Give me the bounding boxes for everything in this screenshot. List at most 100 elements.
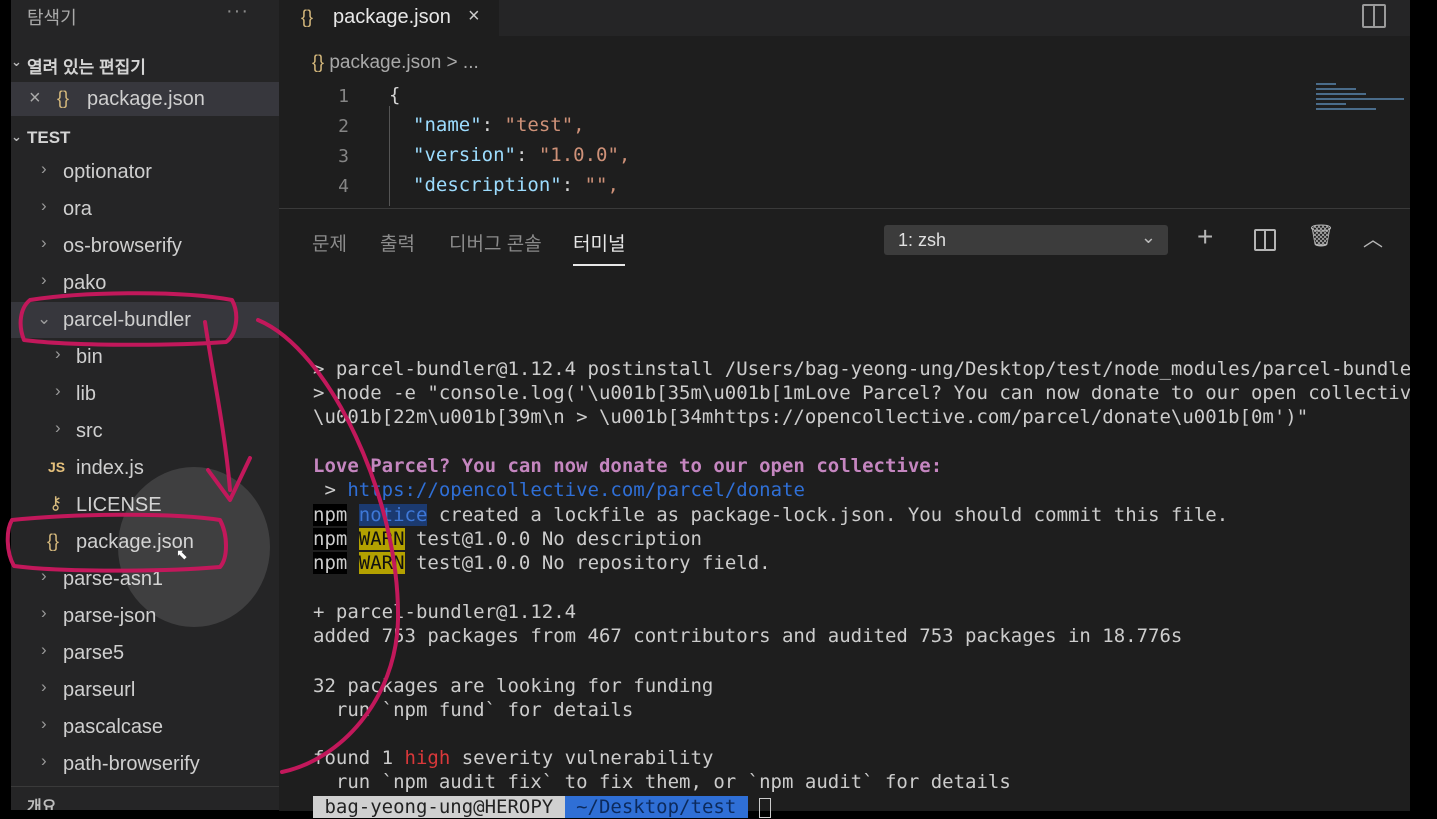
notice-badge: notice [358, 504, 428, 526]
outline-section[interactable]: 개요 [11, 786, 279, 810]
breadcrumb[interactable]: {} package.json > ... [312, 52, 479, 74]
tab-label: package.json [333, 6, 451, 28]
chevron-right-icon: › [41, 233, 47, 252]
prompt-user: bag-yeong-ung@HEROPY [313, 796, 565, 818]
tab-close-icon[interactable]: × [468, 5, 480, 28]
tree-item-label: bin [76, 346, 103, 368]
json-value: "test", [504, 114, 585, 136]
breadcrumb-path: package.json > ... [329, 52, 479, 73]
folder-label: TEST [27, 128, 71, 147]
line-number: 2 [338, 116, 349, 137]
terminal-line-notice: npm notice created a lockfile as package… [313, 504, 1229, 526]
close-icon[interactable]: × [29, 87, 41, 110]
terminal-line: > node -e "console.log('\u001b[35m\u001b… [313, 382, 1435, 404]
chevron-down-icon: ⌄ [11, 54, 22, 69]
chevron-right-icon: › [41, 566, 47, 585]
mouse-cursor-icon: ⬉ [176, 546, 188, 562]
tree-item-ora[interactable]: › ora [11, 191, 279, 227]
chevron-right-icon: › [55, 381, 61, 400]
chevron-right-icon: › [55, 418, 61, 437]
editor-area: {} package.json × {} package.json > ... … [279, 0, 1410, 208]
split-editor-icon[interactable] [1362, 4, 1386, 28]
code-line-1[interactable]: { [389, 84, 400, 106]
terminal-line: + parcel-bundler@1.12.4 [313, 601, 577, 623]
chevron-right-icon: › [41, 270, 47, 289]
folder-section-test[interactable]: ⌄ TEST [11, 125, 279, 153]
severity-high: high [404, 747, 451, 769]
tab-output[interactable]: 출력 [380, 229, 415, 256]
explorer-header: 탐색기 ··· [11, 0, 279, 30]
tree-item-index-js[interactable]: JS index.js [11, 450, 279, 486]
code-line-4[interactable]: "description": "", [413, 174, 619, 196]
more-actions-icon[interactable]: ··· [226, 0, 249, 23]
terminal-line-warn: npm WARN test@1.0.0 No repository field. [313, 552, 771, 574]
js-file-icon: JS [48, 459, 66, 475]
tree-item-parseurl[interactable]: › parseurl [11, 672, 279, 708]
outline-label: 개요 [27, 799, 57, 810]
tab-debug-console[interactable]: 디버그 콘솔 [449, 229, 542, 256]
json-value: "1.0.0", [538, 144, 631, 166]
terminal-prompt[interactable]: bag-yeong-ung@HEROPY ~/Desktop/test [313, 795, 772, 819]
tree-item-label: parseurl [63, 679, 136, 701]
json-file-icon: {} [301, 7, 314, 27]
minimap[interactable] [1316, 80, 1406, 128]
tree-item-parse5[interactable]: › parse5 [11, 635, 279, 671]
line-number: 3 [338, 146, 349, 167]
terminal-line: run `npm fund` for details [313, 699, 634, 721]
trash-icon[interactable]: 🗑 [1307, 223, 1335, 249]
tree-item-label: os-browserify [63, 235, 182, 257]
tree-item-src[interactable]: › src [11, 413, 279, 449]
line-number: 1 [338, 86, 349, 107]
chevron-down-icon: ⌄ [37, 309, 52, 328]
code-line-2[interactable]: "name": "test", [413, 114, 585, 136]
terminal-line-love-parcel: Love Parcel? You can now donate to our o… [313, 455, 943, 477]
terminal-link[interactable]: https://opencollective.com/parcel/donate [347, 479, 805, 501]
json-file-icon: {} [312, 52, 325, 72]
explorer-title: 탐색기 [27, 8, 77, 28]
tree-item-pako[interactable]: › pako [11, 265, 279, 301]
terminal-line: > parcel-bundler@1.12.4 postinstall /Use… [313, 358, 1423, 380]
explorer-sidebar: 탐색기 ··· ⌄ 열려 있는 편집기 × {} package.json ⌄ … [11, 0, 279, 810]
code-line-3[interactable]: "version": "1.0.0", [413, 144, 630, 166]
tree-item-lib[interactable]: › lib [11, 376, 279, 412]
chevron-right-icon: › [41, 159, 47, 178]
window-edge [1410, 0, 1437, 810]
terminal-cursor [759, 797, 772, 818]
license-file-icon: ⚷ [49, 493, 63, 513]
open-editor-item-package-json[interactable]: × {} package.json [11, 82, 279, 116]
tree-item-path-browserify[interactable]: › path-browserify [11, 746, 279, 782]
tree-item-pascalcase[interactable]: › pascalcase [11, 709, 279, 745]
maximize-panel-icon[interactable]: ︿ [1363, 223, 1383, 252]
open-editors-section[interactable]: ⌄ 열려 있는 편집기 [11, 50, 279, 78]
tree-item-label: lib [76, 383, 97, 405]
json-key: "description" [413, 174, 562, 196]
terminal-line: \u001b[22m\u001b[39m\n > \u001b[34mhttps… [313, 406, 1309, 428]
chevron-down-icon: ⌄ [11, 129, 22, 144]
chevron-right-icon: › [41, 196, 47, 215]
json-key: "version" [413, 144, 516, 166]
warn-badge: WARN [358, 528, 405, 550]
tab-terminal[interactable]: 터미널 [573, 229, 626, 266]
tab-problems[interactable]: 문제 [312, 229, 347, 256]
split-terminal-icon[interactable] [1254, 229, 1276, 251]
tree-item-bin[interactable]: › bin [11, 339, 279, 375]
chevron-right-icon: › [41, 640, 47, 659]
prompt-dir: ~/Desktop/test [564, 796, 748, 818]
json-file-icon: {} [57, 88, 70, 108]
terminal-select[interactable]: 1: zsh ⌄ [884, 225, 1168, 255]
json-file-icon: {} [47, 531, 60, 551]
tab-package-json[interactable]: {} package.json × [279, 0, 499, 36]
tree-item-os-browserify[interactable]: › os-browserify [11, 228, 279, 264]
terminal-line: added 753 packages from 467 contributors… [313, 625, 1183, 647]
chevron-down-icon: ⌄ [1140, 227, 1156, 247]
chevron-right-icon: › [41, 603, 47, 622]
new-terminal-icon[interactable]: + [1197, 221, 1213, 253]
terminal-line-warn: npm WARN test@1.0.0 No description [313, 528, 702, 550]
tree-item-optionator[interactable]: › optionator [11, 154, 279, 190]
warn-badge: WARN [358, 552, 405, 574]
terminal-line: run `npm audit fix` to fix them, or `npm… [313, 771, 1011, 793]
tree-item-parcel-bundler[interactable]: ⌄ parcel-bundler [11, 302, 279, 338]
terminal-line: 32 packages are looking for funding [313, 675, 714, 697]
tree-item-label: parcel-bundler [63, 309, 191, 331]
json-key: "name" [413, 114, 482, 136]
